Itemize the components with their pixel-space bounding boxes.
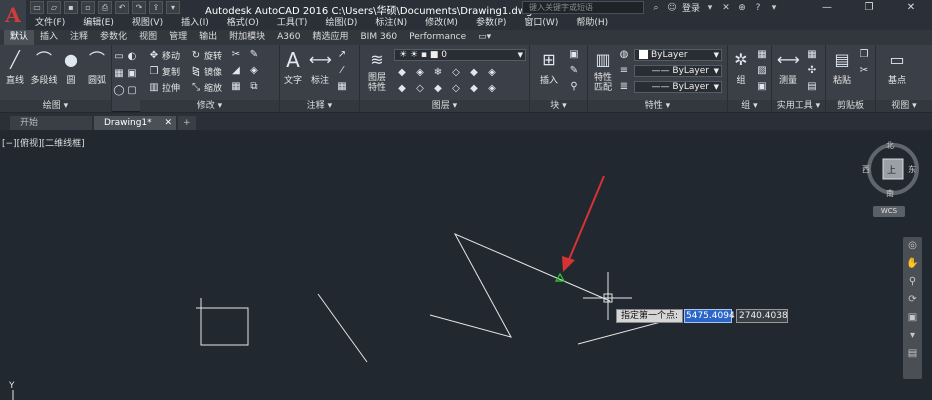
zoom-extents-icon[interactable]: ⚲ <box>903 273 922 291</box>
drawn-rectangle <box>200 307 249 346</box>
showmotion-icon[interactable]: ▣ <box>903 309 922 327</box>
viewcube-top-face[interactable]: 上 <box>887 163 896 176</box>
viewport-controls[interactable]: [−][俯视][二维线框] <box>2 136 85 149</box>
annotation-arrow-head <box>562 256 575 272</box>
nav-more-icon[interactable]: ▾ <box>903 327 922 345</box>
ucs-y-label: Y <box>9 381 15 391</box>
y-coordinate-input[interactable]: 2740.4038 <box>736 309 788 323</box>
pan-icon[interactable]: ✋ <box>903 255 922 273</box>
nav-extra-icon[interactable]: ▤ <box>903 345 922 363</box>
drawn-zigzag <box>429 232 611 338</box>
compass-west[interactable]: 西 <box>862 164 870 175</box>
compass-north[interactable]: 北 <box>886 140 894 151</box>
wcs-dropdown[interactable]: WCS <box>873 206 905 217</box>
snap-marker-icon <box>554 272 566 282</box>
compass-east[interactable]: 东 <box>908 164 916 175</box>
annotation-arrow-shaft <box>567 175 605 263</box>
dynamic-input-prompt: 指定第一个点: <box>616 309 684 323</box>
drawing-geometry <box>12 175 677 400</box>
navigation-bar: ◎ ✋ ⚲ ⟳ ▣ ▾ ▤ <box>903 237 922 379</box>
drawn-diagonal-line <box>317 293 368 363</box>
compass-south[interactable]: 南 <box>886 188 894 199</box>
steering-wheel-icon[interactable]: ◎ <box>903 237 922 255</box>
orbit-icon[interactable]: ⟳ <box>903 291 922 309</box>
x-coordinate-input[interactable]: 5475.4094 <box>684 309 735 323</box>
